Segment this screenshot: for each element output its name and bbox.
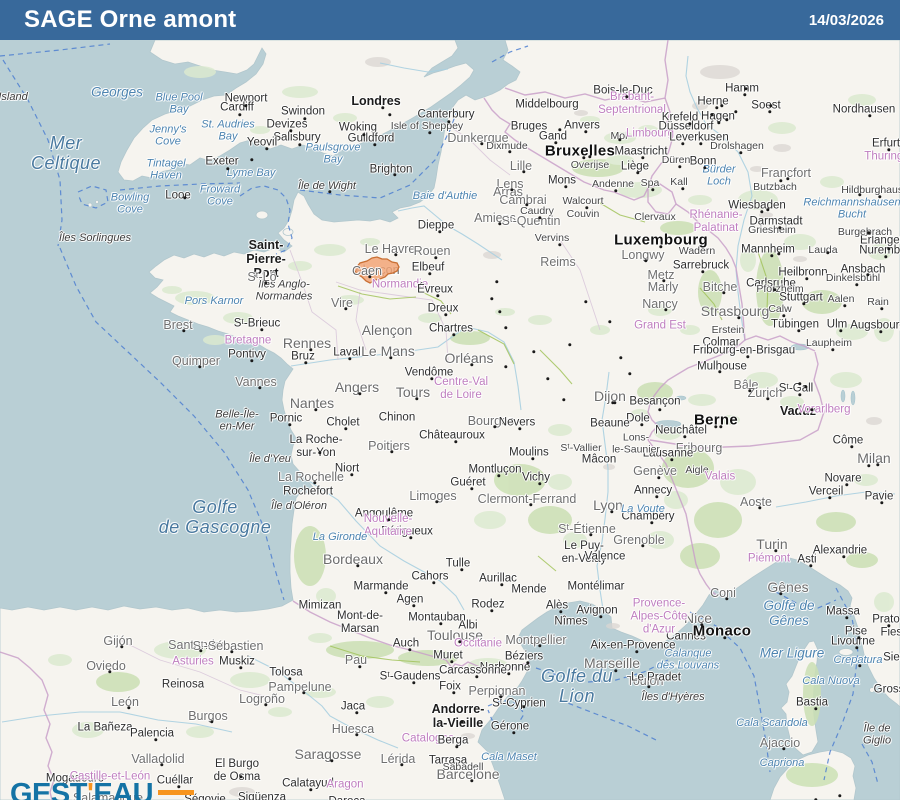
hyeres-isle bbox=[681, 661, 687, 667]
logo-eau: EAU bbox=[93, 778, 154, 800]
scilly-isle bbox=[87, 202, 93, 208]
giglio-island bbox=[869, 687, 875, 693]
gesteau-logo-text: GEST'EAU bbox=[10, 780, 293, 800]
hyeres-isle bbox=[665, 661, 671, 667]
map-svg: Alençon bbox=[0, 40, 900, 800]
scilly-isle bbox=[95, 199, 100, 204]
logo-gest: GEST bbox=[10, 778, 87, 800]
logo-dash-icon bbox=[158, 790, 195, 795]
date-label: 14/03/2026 bbox=[808, 11, 884, 29]
guernsey-island bbox=[255, 210, 269, 220]
elba-island bbox=[838, 648, 854, 656]
app-window: SAGE Orne amont 14/03/2026 Island George… bbox=[0, 0, 900, 800]
page-title: SAGE Orne amont bbox=[24, 6, 237, 33]
gesteau-logo[interactable]: GEST'EAU La communauté des acteurs de ge… bbox=[10, 780, 293, 800]
map-canvas[interactable]: Alençon t IslandGeorgesMer CeltiqueBlue … bbox=[0, 40, 900, 800]
title-bar: SAGE Orne amont 14/03/2026 bbox=[0, 0, 900, 40]
hyeres-isle bbox=[673, 663, 679, 669]
